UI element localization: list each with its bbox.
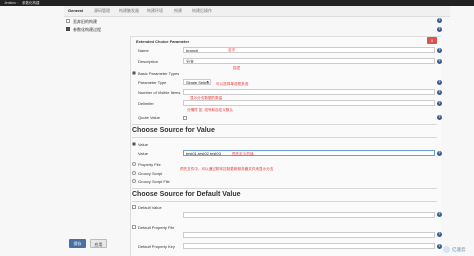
help-icon[interactable]: ? [437, 115, 442, 120]
extended-choice-panel [130, 36, 441, 256]
basic-param-types-radio[interactable] [132, 71, 136, 75]
help-icon[interactable]: ? [437, 80, 442, 85]
annotation-delimiter: 分隔符 如 ,逗号和自定义默认 [187, 108, 234, 112]
description-label: Description [138, 59, 159, 64]
help-icon[interactable]: ? [437, 244, 442, 249]
value-source-radio[interactable] [132, 142, 136, 146]
help-icon[interactable]: ? [437, 212, 442, 217]
default-property-file-checkbox[interactable] [132, 225, 136, 229]
watermark-logo-icon [443, 246, 450, 253]
annotation-description: 描述 [233, 66, 241, 70]
default-property-key-input[interactable] [183, 243, 435, 249]
discard-builds-label: 丢弃旧的构建 [73, 18, 97, 24]
discard-builds-checkbox[interactable] [66, 19, 70, 23]
divider [132, 137, 437, 138]
value-label: Value [138, 151, 148, 156]
parameter-type-select[interactable]: Single Select ▼ [183, 79, 211, 85]
description-input[interactable]: 分支 [183, 58, 435, 64]
breadcrumb-root[interactable]: Jenkins [4, 0, 16, 6]
breadcrumb-separator: › [17, 1, 19, 5]
save-button[interactable]: 保存 [69, 239, 86, 248]
choose-source-title: Choose Source for Value [132, 127, 215, 134]
groovy-script-radio[interactable] [132, 171, 136, 175]
tab-build[interactable]: 构建 [174, 8, 182, 14]
annotation-name: 名字 [228, 48, 236, 52]
divider [132, 188, 437, 189]
delete-parameter-button[interactable]: X [427, 37, 437, 44]
chevron-down-icon: ▼ [206, 80, 209, 84]
tab-build-environment[interactable]: 构建环境 [147, 8, 163, 14]
annotation-value: 预先定义的值 [232, 152, 254, 156]
property-file-radio[interactable] [132, 162, 136, 166]
help-icon[interactable]: ? [437, 101, 442, 106]
config-tab-bar: General 源码管理 构建触发器 构建环境 构建 构建后操作 [64, 6, 450, 17]
default-property-file-label: Default Property File [138, 224, 175, 230]
quote-value-label: Quote Value [138, 115, 160, 120]
choose-default-title: Choose Source for Default Value [132, 191, 241, 198]
tab-general[interactable]: General [68, 8, 83, 13]
basic-param-types-label: Basic Parameter Types [138, 70, 180, 76]
apply-button[interactable]: 应用 [90, 239, 107, 248]
name-label: Name [138, 48, 149, 53]
groovy-script-label: Groovy Script [138, 170, 163, 176]
panel-title: Extended Choice Parameter [136, 39, 190, 44]
tab-post-build[interactable]: 构建后操作 [192, 8, 212, 14]
parameterized-checkbox[interactable] [66, 27, 70, 31]
groovy-script-file-label: Groovy Script File [138, 178, 170, 184]
delimiter-input[interactable] [183, 100, 435, 106]
divider [132, 124, 437, 125]
default-value-input[interactable] [183, 212, 435, 218]
quote-value-checkbox[interactable] [183, 115, 187, 120]
help-icon[interactable]: ? [437, 232, 442, 237]
parameterized-label: 参数化构建过程 [73, 26, 101, 32]
default-property-file-input[interactable] [183, 232, 435, 238]
annotation-parameter-type: 可以选择单选框多选 [216, 82, 249, 86]
help-icon[interactable]: ? [437, 59, 442, 64]
property-file-label: Property File [138, 161, 161, 167]
help-icon[interactable]: ? [437, 90, 442, 95]
visible-items-input[interactable] [183, 89, 435, 95]
divider [132, 201, 437, 202]
delimiter-label: Delimiter [138, 101, 154, 106]
help-icon[interactable]: ? [437, 18, 442, 23]
breadcrumb-job[interactable]: 参数化构建 [22, 0, 40, 6]
tab-source-code[interactable]: 源码管理 [94, 8, 110, 14]
visible-items-label: Number of Visible Items [138, 90, 181, 95]
help-icon[interactable]: ? [437, 27, 442, 32]
watermark-text: 亿速云 [452, 247, 466, 252]
tab-build-triggers[interactable]: 构建触发器 [119, 8, 139, 14]
help-icon[interactable]: ? [437, 151, 442, 156]
groovy-script-file-radio[interactable] [132, 179, 136, 183]
default-value-label: Default Value [138, 204, 162, 210]
default-value-checkbox[interactable] [132, 205, 136, 209]
name-input[interactable]: branch [183, 47, 435, 53]
parameter-type-label: Parameter Type [138, 80, 167, 85]
value-source-label: Value [138, 141, 148, 147]
annotation-property-file: 预先文件中，可以通过脚本控制更新服务器文件来显示分支 [180, 167, 274, 171]
value-input[interactable]: test01,test02,test03 [183, 150, 435, 156]
default-property-key-label: Default Property Key [138, 244, 175, 249]
help-icon[interactable]: ? [437, 48, 442, 53]
